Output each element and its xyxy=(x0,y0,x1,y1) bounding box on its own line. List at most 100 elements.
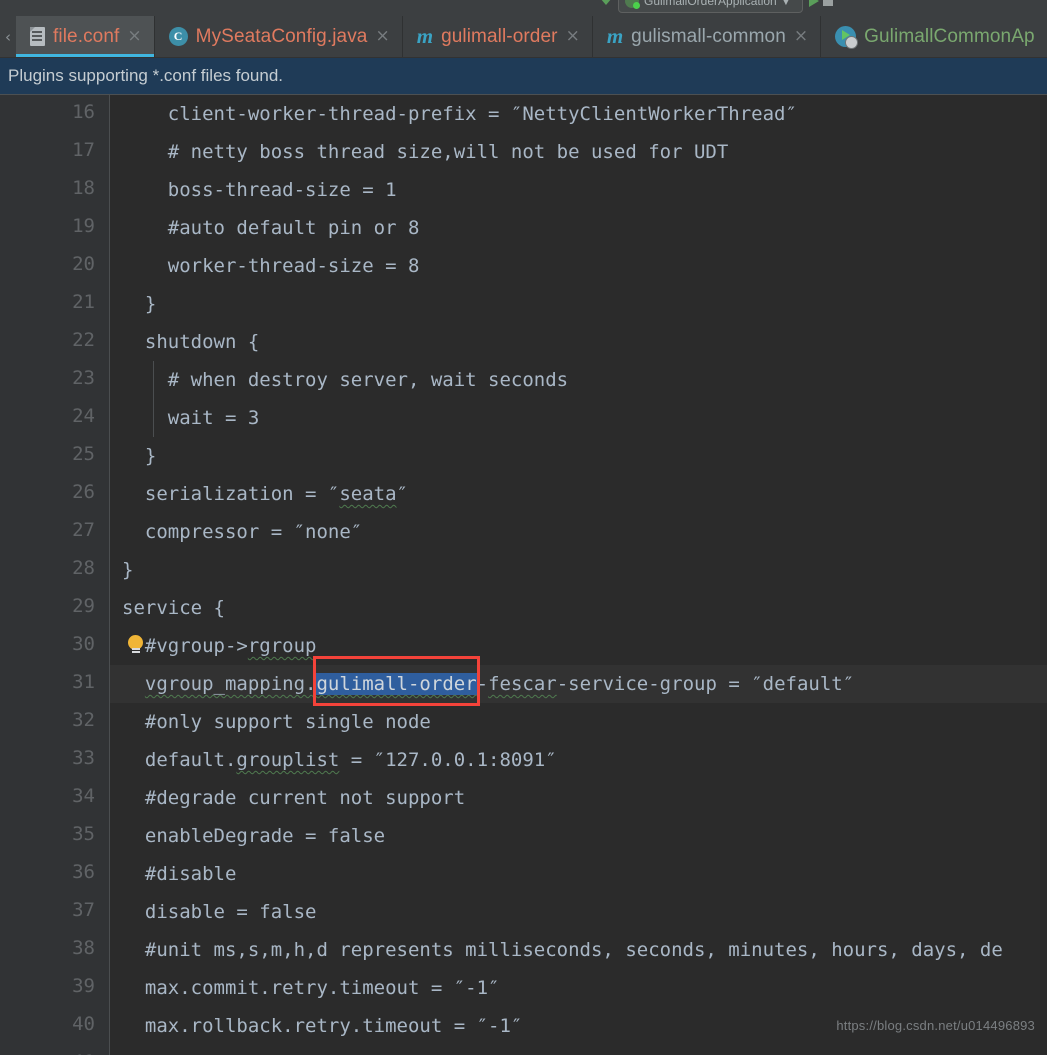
tab-close-icon[interactable]: × xyxy=(127,28,141,45)
code-line[interactable]: 21 } xyxy=(0,285,1047,323)
line-number[interactable]: 19 xyxy=(0,209,110,247)
code-line[interactable]: 36 #disable xyxy=(0,855,1047,893)
line-number[interactable]: 37 xyxy=(0,893,110,931)
line-number[interactable]: 39 xyxy=(0,969,110,1007)
code-line[interactable]: 34 #degrade current not support xyxy=(0,779,1047,817)
code-text-wrapper[interactable]: vgroup_mapping.gulimall-order-fescar-ser… xyxy=(110,665,1047,703)
code-line[interactable]: 29 service { xyxy=(0,589,1047,627)
tab-close-icon[interactable]: × xyxy=(566,28,580,45)
code-text-wrapper[interactable]: #disable xyxy=(110,855,1047,893)
code-text-wrapper[interactable]: # when destroy server, wait seconds xyxy=(110,361,1047,399)
code-line[interactable]: 35 enableDegrade = false xyxy=(0,817,1047,855)
code-line[interactable]: 25 } xyxy=(0,437,1047,475)
code-text: worker-thread-size = 8 xyxy=(122,255,420,277)
code-text-wrapper[interactable]: service { xyxy=(110,589,1047,627)
line-number[interactable]: 23 xyxy=(0,361,110,399)
code-line[interactable]: 37 disable = false xyxy=(0,893,1047,931)
code-text-wrapper[interactable]: #unit ms,s,m,h,d represents milliseconds… xyxy=(110,931,1047,969)
code-text-wrapper[interactable]: disable = false xyxy=(110,893,1047,931)
code-text-wrapper[interactable]: #vgroup->rgroup xyxy=(110,627,1047,665)
line-number[interactable]: 29 xyxy=(0,589,110,627)
line-number[interactable]: 24 xyxy=(0,399,110,437)
code-text-wrapper[interactable]: # netty boss thread size,will not be use… xyxy=(110,133,1047,171)
code-line[interactable]: 38 #unit ms,s,m,h,d represents milliseco… xyxy=(0,931,1047,969)
line-number[interactable]: 28 xyxy=(0,551,110,589)
line-number[interactable]: 17 xyxy=(0,133,110,171)
tab-file-conf[interactable]: file.conf × xyxy=(16,16,155,57)
code-line[interactable]: 39 max.commit.retry.timeout = ″-1″ xyxy=(0,969,1047,1007)
tab-gulimall-order[interactable]: m gulimall-order × xyxy=(402,16,593,57)
code-line[interactable]: 17 # netty boss thread size,will not be … xyxy=(0,133,1047,171)
line-number[interactable]: 16 xyxy=(0,95,110,133)
code-text-wrapper[interactable]: } xyxy=(110,1045,1047,1055)
code-text: } xyxy=(122,559,134,581)
code-text-wrapper[interactable]: client-worker-thread-prefix = ″NettyClie… xyxy=(110,95,1047,133)
tab-myseataconfig-java[interactable]: C MySeataConfig.java × xyxy=(154,16,403,57)
code-line[interactable]: 19 #auto default pin or 8 xyxy=(0,209,1047,247)
line-number[interactable]: 40 xyxy=(0,1007,110,1045)
code-text-wrapper[interactable]: } xyxy=(110,437,1047,475)
line-number[interactable]: 35 xyxy=(0,817,110,855)
line-number[interactable]: 32 xyxy=(0,703,110,741)
code-line[interactable]: 22 shutdown { xyxy=(0,323,1047,361)
code-text: vgroup_mapping.gulimall-order-fescar-ser… xyxy=(144,673,855,695)
code-text: disable = false xyxy=(122,901,317,923)
indent-guide xyxy=(153,399,154,437)
code-line[interactable]: 31 vgroup_mapping.gulimall-order-fescar-… xyxy=(0,665,1047,703)
run-configuration-icon xyxy=(835,26,859,49)
code-line[interactable]: 32 #only support single node xyxy=(0,703,1047,741)
line-number[interactable]: 36 xyxy=(0,855,110,893)
code-text-wrapper[interactable]: } xyxy=(110,551,1047,589)
run-configuration-selector[interactable]: GulimallOrderApplication ▼ xyxy=(618,0,803,13)
code-text-wrapper[interactable]: enableDegrade = false xyxy=(110,817,1047,855)
tab-label: GulimallCommonAp xyxy=(864,25,1035,47)
tab-close-icon[interactable]: × xyxy=(794,28,808,45)
code-line[interactable]: 16 client-worker-thread-prefix = ″NettyC… xyxy=(0,95,1047,133)
run-button[interactable] xyxy=(808,0,819,7)
line-number[interactable]: 30 xyxy=(0,627,110,665)
line-number[interactable]: 27 xyxy=(0,513,110,551)
tab-scroll-left-button[interactable]: ‹ xyxy=(0,16,16,57)
code-editor[interactable]: 16 client-worker-thread-prefix = ″NettyC… xyxy=(0,95,1047,1055)
code-line[interactable]: 41 } xyxy=(0,1045,1047,1055)
code-text-wrapper[interactable]: boss-thread-size = 1 xyxy=(110,171,1047,209)
code-line[interactable]: 28} xyxy=(0,551,1047,589)
plugin-notification-banner[interactable]: Plugins supporting *.conf files found. xyxy=(0,58,1047,95)
code-text-wrapper[interactable]: shutdown { xyxy=(110,323,1047,361)
code-line[interactable]: 20 worker-thread-size = 8 xyxy=(0,247,1047,285)
line-number[interactable]: 25 xyxy=(0,437,110,475)
code-line[interactable]: 26 serialization = ″seata″ xyxy=(0,475,1047,513)
line-number[interactable]: 33 xyxy=(0,741,110,779)
code-text-wrapper[interactable]: #degrade current not support xyxy=(110,779,1047,817)
code-text-wrapper[interactable]: default.grouplist = ″127.0.0.1:8091″ xyxy=(110,741,1047,779)
tab-gulismall-common[interactable]: m gulismall-common × xyxy=(592,16,822,57)
line-number[interactable]: 20 xyxy=(0,247,110,285)
line-number[interactable]: 38 xyxy=(0,931,110,969)
intention-bulb-icon[interactable] xyxy=(128,635,148,655)
chevron-down-icon[interactable] xyxy=(600,0,612,5)
code-line[interactable]: 33 default.grouplist = ″127.0.0.1:8091″ xyxy=(0,741,1047,779)
code-line[interactable]: 23 # when destroy server, wait seconds xyxy=(0,361,1047,399)
code-line[interactable]: 30 #vgroup->rgroup xyxy=(0,627,1047,665)
line-number[interactable]: 41 xyxy=(0,1045,110,1055)
stop-button[interactable] xyxy=(822,0,833,6)
line-number[interactable]: 26 xyxy=(0,475,110,513)
code-text-wrapper[interactable]: serialization = ″seata″ xyxy=(110,475,1047,513)
tab-gulimall-common-application[interactable]: GulimallCommonAp xyxy=(821,16,1047,57)
code-text-wrapper[interactable]: wait = 3 xyxy=(110,399,1047,437)
line-number[interactable]: 31 xyxy=(0,665,110,703)
code-text-wrapper[interactable]: #auto default pin or 8 xyxy=(110,209,1047,247)
code-text-wrapper[interactable]: worker-thread-size = 8 xyxy=(110,247,1047,285)
code-text-wrapper[interactable]: } xyxy=(110,285,1047,323)
line-number[interactable]: 34 xyxy=(0,779,110,817)
code-text-wrapper[interactable]: compressor = ″none″ xyxy=(110,513,1047,551)
code-text-wrapper[interactable]: #only support single node xyxy=(110,703,1047,741)
code-line[interactable]: 27 compressor = ″none″ xyxy=(0,513,1047,551)
tab-close-icon[interactable]: × xyxy=(375,28,389,45)
line-number[interactable]: 18 xyxy=(0,171,110,209)
code-line[interactable]: 24 wait = 3 xyxy=(0,399,1047,437)
code-line[interactable]: 18 boss-thread-size = 1 xyxy=(0,171,1047,209)
line-number[interactable]: 22 xyxy=(0,323,110,361)
line-number[interactable]: 21 xyxy=(0,285,110,323)
code-text-wrapper[interactable]: max.commit.retry.timeout = ″-1″ xyxy=(110,969,1047,1007)
